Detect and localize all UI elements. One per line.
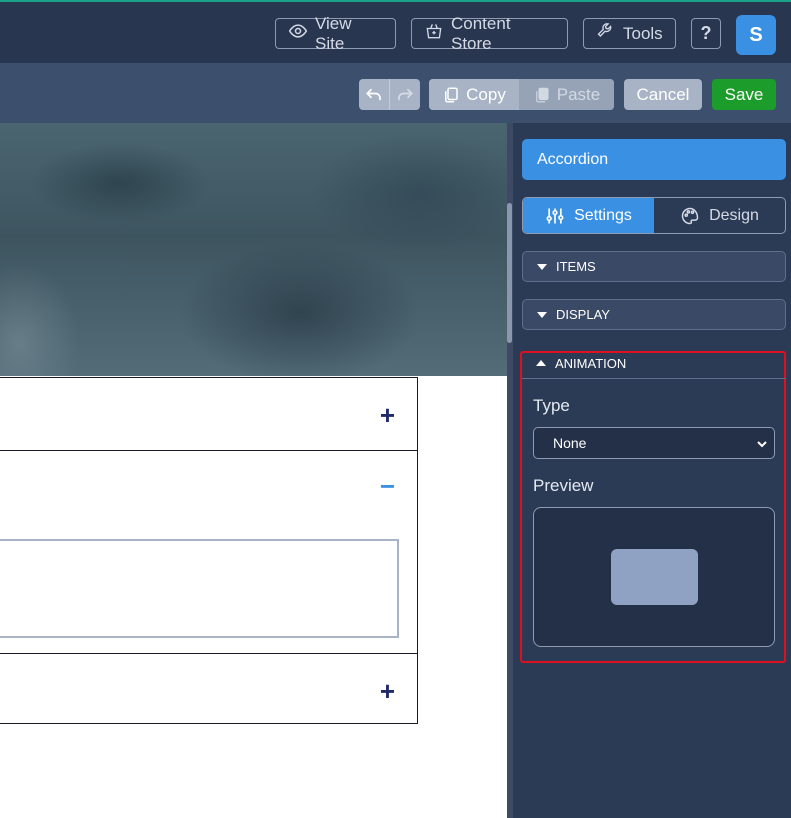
copy-label: Copy — [466, 84, 506, 104]
cancel-button[interactable]: Cancel — [624, 79, 702, 110]
tab-settings-label: Settings — [574, 206, 632, 224]
accordion-item-1[interactable]: + — [0, 377, 418, 451]
help-label: ? — [700, 23, 712, 43]
type-label: Type — [533, 396, 570, 415]
section-items[interactable]: ITEMS — [522, 251, 786, 282]
section-display[interactable]: DISPLAY — [522, 299, 786, 330]
settings-panel: Accordion Settings Design ITEMS DISPLAY … — [513, 123, 791, 818]
caret-down-icon — [537, 311, 547, 318]
panel-title-label: Accordion — [537, 150, 609, 168]
animation-type-value: None — [553, 435, 587, 451]
animation-preview-box — [533, 507, 775, 647]
redo-icon — [398, 88, 413, 100]
paste-label: Paste — [556, 84, 601, 104]
undo-button[interactable] — [359, 79, 390, 110]
panel-title: Accordion — [522, 139, 786, 180]
panel-tabs: Settings Design — [522, 197, 786, 234]
copy-button[interactable]: Copy — [429, 79, 519, 110]
section-items-label: ITEMS — [556, 259, 596, 274]
canvas-scrollbar-thumb[interactable] — [507, 203, 512, 343]
chevron-down-icon — [757, 441, 767, 448]
section-display-label: DISPLAY — [556, 307, 610, 322]
page-canvas: + − + — [0, 123, 507, 818]
content-store-button[interactable]: Content Store — [411, 14, 568, 53]
wrench-icon — [596, 21, 616, 46]
content-store-label: Content Store — [451, 13, 511, 53]
tab-settings[interactable]: Settings — [523, 198, 654, 233]
basket-icon — [424, 21, 444, 46]
undo-redo-group — [359, 79, 420, 110]
save-button[interactable]: Save — [712, 79, 776, 110]
preview-shape — [611, 549, 698, 605]
palette-icon — [681, 207, 699, 224]
editor-toolbar: Copy Paste Cancel Save — [0, 63, 791, 123]
redo-button[interactable] — [390, 79, 420, 110]
view-site-button[interactable]: View Site — [275, 14, 396, 53]
avatar[interactable]: S — [736, 15, 776, 55]
section-animation-label: ANIMATION — [555, 355, 627, 371]
paste-icon — [535, 87, 549, 102]
caret-down-icon — [537, 263, 547, 270]
avatar-initial: S — [749, 23, 763, 46]
top-bar: View Site Content Store Tools ? S — [0, 0, 791, 63]
expand-plus-icon[interactable]: + — [380, 678, 395, 704]
cancel-label: Cancel — [636, 84, 690, 104]
help-button[interactable]: ? — [691, 18, 721, 49]
accordion-content-area[interactable] — [0, 539, 399, 638]
expand-plus-icon[interactable]: + — [380, 402, 395, 428]
copy-icon — [445, 87, 458, 102]
eye-icon — [288, 21, 308, 46]
accordion-item-3[interactable]: + — [0, 653, 418, 724]
tab-design[interactable]: Design — [654, 198, 785, 233]
tools-button[interactable]: Tools — [583, 18, 676, 49]
animation-type-select[interactable]: None — [533, 427, 775, 459]
collapse-minus-icon[interactable]: − — [380, 473, 395, 499]
preview-label: Preview — [533, 476, 594, 495]
view-site-label: View Site — [315, 13, 352, 53]
sliders-icon — [546, 208, 564, 223]
undo-icon — [366, 88, 381, 100]
caret-up-icon — [536, 360, 546, 366]
copy-paste-group: Copy Paste — [429, 79, 614, 110]
save-label: Save — [724, 84, 764, 104]
tab-design-label: Design — [709, 206, 759, 224]
paste-button[interactable]: Paste — [519, 79, 614, 110]
section-animation[interactable]: ANIMATION — [522, 348, 786, 379]
tools-label: Tools — [623, 23, 663, 43]
hero-image — [0, 123, 507, 376]
